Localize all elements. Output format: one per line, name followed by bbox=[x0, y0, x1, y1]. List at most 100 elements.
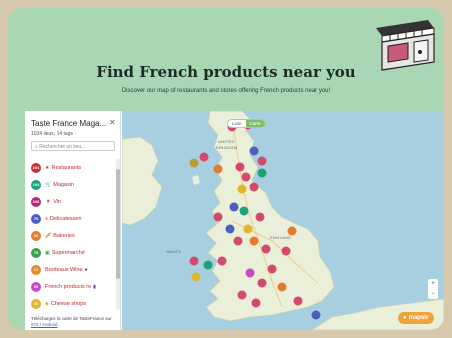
map-pin bbox=[249, 146, 259, 156]
count-badge: 284 bbox=[31, 162, 41, 173]
tag-label: Restaurants bbox=[51, 164, 82, 171]
map-pin bbox=[229, 202, 239, 212]
scroll-thumb[interactable] bbox=[116, 169, 120, 279]
map-pin bbox=[213, 212, 223, 222]
map-pin bbox=[213, 164, 223, 174]
map-label-kingdom: KINGDOM bbox=[216, 145, 238, 150]
map-label-united: UNITED bbox=[218, 139, 235, 144]
tag-label: Delicatessen bbox=[50, 215, 82, 222]
list-toggle[interactable]: Liste bbox=[228, 120, 246, 127]
map-pin bbox=[189, 158, 199, 168]
land-isle-of-man bbox=[192, 175, 200, 185]
map-pin bbox=[257, 156, 267, 166]
map-pin bbox=[191, 272, 201, 282]
land-ireland bbox=[122, 136, 163, 226]
tag-item-magasin[interactable]: 104 🛒 Magasin bbox=[31, 176, 113, 193]
count-badge: 46 bbox=[31, 230, 41, 241]
tag-item-bakeries[interactable]: 46 🥖 Bakeries bbox=[31, 227, 113, 244]
hero-card: Find French products near you Discover o… bbox=[8, 8, 444, 330]
page-subtitle: Discover our map of restaurants and stor… bbox=[121, 88, 331, 94]
map-pin bbox=[199, 152, 209, 162]
map-pin bbox=[257, 168, 267, 178]
tag-item-vin[interactable]: 106 🍷 Vin bbox=[31, 193, 113, 210]
tag-item-delicatessen[interactable]: 70 ● Delicatessen bbox=[31, 210, 113, 227]
view-toggle[interactable]: Liste Carte bbox=[227, 119, 266, 128]
map-canvas[interactable] bbox=[122, 111, 444, 330]
close-icon[interactable]: ✕ bbox=[109, 118, 116, 127]
count-badge: 70 bbox=[31, 213, 41, 224]
count-badge: 20 bbox=[31, 298, 41, 309]
count-badge: 33 bbox=[31, 281, 41, 292]
cart-icon: 🛒 bbox=[45, 181, 52, 188]
map-pin bbox=[237, 184, 247, 194]
tag-item-supermarche[interactable]: 78 ▣ Supermarché bbox=[31, 244, 113, 261]
tag-label: Bordeaux Wine bbox=[45, 266, 83, 273]
map-pin bbox=[241, 172, 251, 182]
map-pin bbox=[277, 282, 287, 292]
map-pin bbox=[281, 246, 291, 256]
map-pin bbox=[251, 298, 261, 308]
count-badge: 104 bbox=[31, 179, 41, 190]
search-placeholder: Rechercher un lieu... bbox=[39, 144, 86, 150]
footer-text: Téléchargez la carte de TasteFrance sur bbox=[31, 316, 112, 321]
map-title: Taste France Maga... bbox=[31, 119, 107, 128]
supermarket-icon: ▣ bbox=[45, 249, 50, 256]
sidebar-scrollbar[interactable] bbox=[116, 159, 120, 309]
flag-icon: ▮ bbox=[93, 283, 96, 290]
map-pin bbox=[293, 296, 303, 306]
map-pin-icon: ● bbox=[403, 315, 407, 321]
map-pin bbox=[225, 224, 235, 234]
tag-label: Vin bbox=[53, 198, 62, 205]
search-input[interactable]: ⌕ Rechercher un lieu... bbox=[31, 141, 115, 151]
map-view[interactable]: UNITED KINGDOM WALES ENGLAND Liste Carte… bbox=[122, 111, 444, 330]
tag-label: French products re bbox=[45, 283, 92, 290]
tag-label: Magasin bbox=[53, 181, 75, 188]
map-pin bbox=[189, 256, 199, 266]
map-pin bbox=[239, 206, 249, 216]
tag-item-cheese-shops[interactable]: 20 ◆ Cheese shops bbox=[31, 295, 113, 312]
search-icon: ⌕ bbox=[35, 144, 38, 150]
map-label-england: ENGLAND bbox=[270, 235, 292, 240]
map-sidebar: Taste France Maga... ✕ 1034 lieux, 14 ta… bbox=[25, 111, 121, 330]
tag-label: Bakeries bbox=[53, 232, 75, 239]
map-embed[interactable]: Taste France Maga... ✕ 1034 lieux, 14 ta… bbox=[25, 111, 444, 330]
count-badge: 78 bbox=[31, 247, 41, 258]
tag-item-french-products[interactable]: 33 French products re ▮ bbox=[31, 278, 113, 295]
grapes-icon: ● bbox=[84, 266, 88, 273]
map-pin bbox=[249, 236, 259, 246]
map-pin bbox=[203, 260, 213, 270]
map-pin bbox=[255, 212, 265, 222]
tag-label: Supermarché bbox=[51, 249, 85, 256]
count-badge: 106 bbox=[31, 196, 41, 207]
app-download-link[interactable]: iOS / Android bbox=[31, 322, 58, 327]
map-pin bbox=[237, 290, 247, 300]
place-count: 1034 lieux, 14 tags · bbox=[31, 131, 77, 137]
zoom-control[interactable]: + − bbox=[428, 279, 438, 299]
map-label-wales: WALES bbox=[166, 249, 182, 254]
tag-item-bordeaux-wine[interactable]: 71 Bordeaux Wine ● bbox=[31, 261, 113, 278]
cheese-icon: ◆ bbox=[45, 300, 49, 307]
page-title: Find French products near you bbox=[96, 63, 356, 81]
map-pin bbox=[243, 224, 253, 234]
map-pin bbox=[245, 268, 255, 278]
zoom-out-button[interactable]: − bbox=[428, 289, 438, 299]
map-pin bbox=[261, 244, 271, 254]
download-note: Téléchargez la carte de TasteFrance sur … bbox=[31, 316, 115, 328]
bread-icon: 🥖 bbox=[45, 232, 52, 239]
count-badge: 71 bbox=[31, 264, 41, 275]
map-pin bbox=[233, 236, 243, 246]
star-icon: ★ bbox=[45, 164, 50, 171]
brand-name: mapstr bbox=[408, 315, 429, 321]
mapstr-logo[interactable]: ● mapstr bbox=[398, 312, 434, 324]
map-pin bbox=[267, 264, 277, 274]
deli-icon: ● bbox=[45, 215, 49, 222]
wine-glass-icon: 🍷 bbox=[45, 198, 52, 205]
tag-label: Cheese shops bbox=[50, 300, 87, 307]
map-pin bbox=[249, 182, 259, 192]
map-pin bbox=[235, 162, 245, 172]
zoom-in-button[interactable]: + bbox=[428, 279, 438, 289]
tag-item-restaurants[interactable]: 284 ★ Restaurants bbox=[31, 159, 113, 176]
tag-list: 284 ★ Restaurants 104 🛒 Magasin 106 🍷 Vi… bbox=[31, 159, 113, 312]
map-toggle[interactable]: Carte bbox=[245, 120, 265, 127]
map-pin bbox=[257, 278, 267, 288]
